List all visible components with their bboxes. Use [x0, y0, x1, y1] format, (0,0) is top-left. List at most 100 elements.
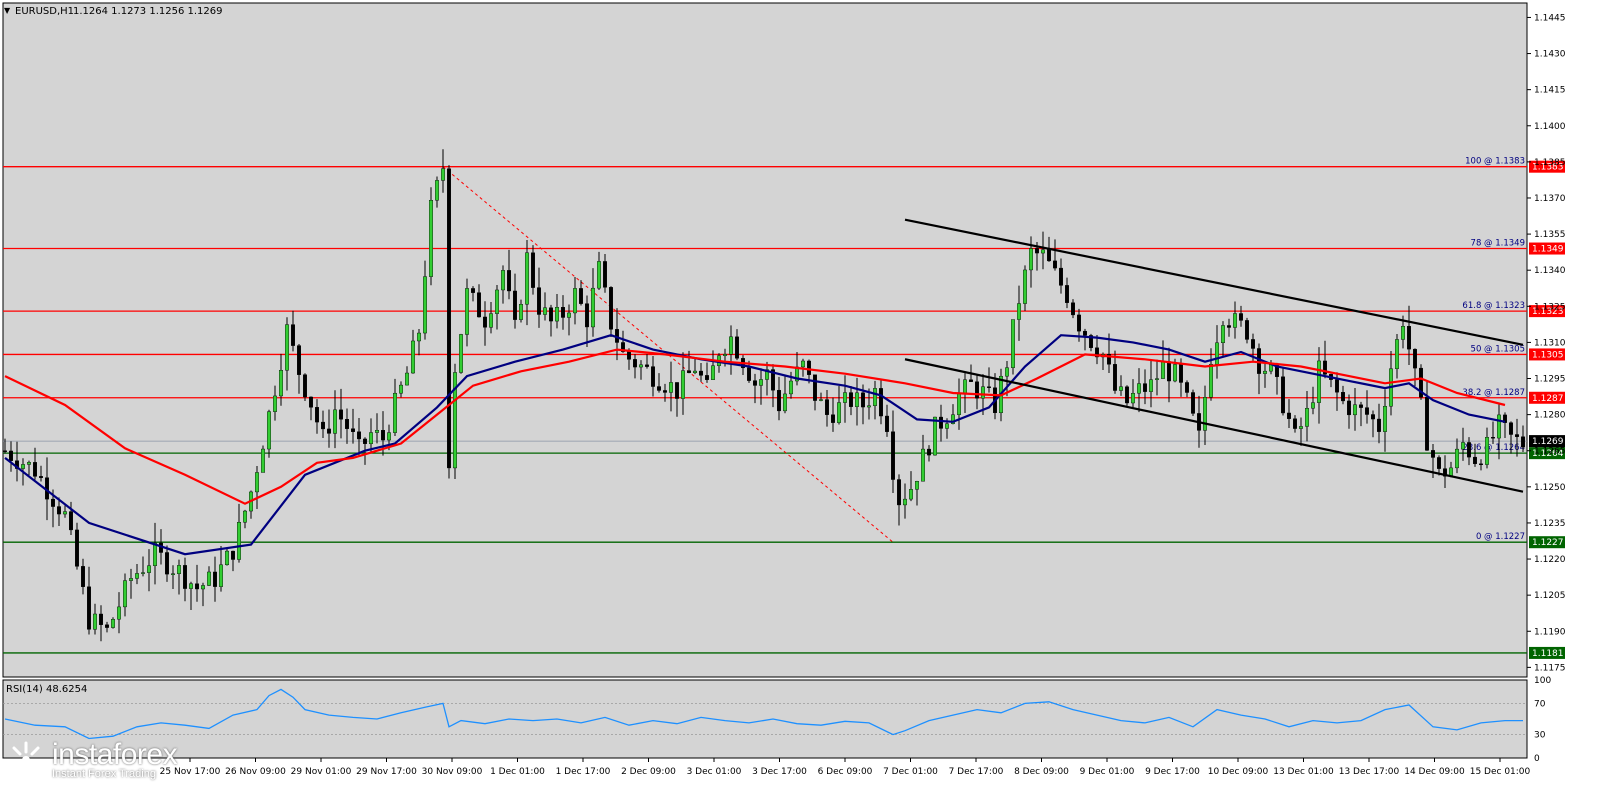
bear-candle: [807, 360, 812, 375]
x-tick-label: 30 Nov 09:00: [422, 767, 483, 777]
bull-candle: [441, 168, 446, 181]
fibo-level-label: 23.6 @ 1.1264: [1462, 443, 1525, 453]
bull-candle: [224, 550, 229, 566]
bull-candle: [387, 432, 392, 441]
bull-candle: [837, 402, 842, 423]
logo-name: instaforex: [52, 738, 178, 771]
bear-candle: [969, 379, 974, 382]
price-chart[interactable]: 100 @ 1.1383 78 @ 1.1349 61.8 @ 1.1323 50 @…: [0, 0, 1600, 800]
bull-candle: [573, 288, 578, 314]
bear-candle: [357, 431, 362, 440]
x-tick-label: 9 Dec 01:00: [1080, 767, 1135, 777]
x-tick-label: 8 Dec 09:00: [1014, 767, 1069, 777]
bear-candle: [164, 552, 169, 575]
bear-candle: [879, 388, 884, 417]
x-tick-label: 13 Dec 01:00: [1273, 767, 1334, 777]
bull-candle: [681, 370, 686, 399]
bull-candle: [1304, 408, 1309, 427]
bear-candle: [1070, 302, 1075, 316]
bull-candle: [429, 200, 434, 277]
bear-candle: [1064, 285, 1069, 303]
bull-candle: [423, 276, 428, 334]
bull-candle: [1028, 248, 1033, 271]
y-tick-label: 1.1415: [1534, 86, 1566, 96]
bull-candle: [1130, 393, 1135, 404]
bear-candle: [321, 421, 326, 430]
bear-candle: [675, 382, 680, 399]
bear-candle: [531, 252, 536, 288]
bear-candle: [363, 438, 368, 444]
price-tag-label: 1.1287: [1532, 394, 1564, 404]
bear-candle: [51, 498, 56, 507]
bull-candle: [170, 573, 175, 575]
bull-candle: [375, 430, 380, 433]
bull-candle: [669, 382, 674, 393]
bear-candle: [303, 374, 308, 398]
bear-candle: [98, 613, 103, 625]
bull-candle: [218, 564, 223, 587]
bear-candle: [687, 370, 692, 374]
bull-candle: [63, 511, 68, 515]
rsi-axis-label: 0: [1534, 754, 1540, 764]
y-tick-label: 1.1220: [1534, 555, 1566, 565]
symbol-menu-icon[interactable]: ▼: [4, 6, 11, 15]
y-tick-label: 1.1175: [1534, 663, 1566, 673]
bull-candle: [489, 313, 494, 328]
x-tick-label: 2 Dec 09:00: [621, 767, 676, 777]
bear-candle: [182, 565, 187, 589]
bull-candle: [116, 606, 121, 620]
y-tick-label: 1.1430: [1534, 50, 1566, 60]
bear-candle: [1184, 382, 1189, 393]
y-tick-label: 1.1445: [1534, 13, 1566, 23]
y-tick-label: 1.1295: [1534, 375, 1566, 385]
bear-candle: [1412, 348, 1417, 369]
bear-candle: [1292, 418, 1297, 429]
bull-candle: [945, 423, 950, 429]
bull-candle: [1484, 437, 1489, 465]
bear-candle: [1508, 422, 1513, 435]
bull-candle: [399, 384, 404, 394]
bull-candle: [92, 613, 97, 630]
bull-candle: [525, 252, 530, 305]
bear-candle: [549, 307, 554, 322]
bull-candle: [254, 472, 259, 493]
bear-candle: [831, 414, 836, 423]
bear-candle: [705, 375, 710, 380]
bear-candle: [891, 431, 896, 480]
bull-candle: [1316, 360, 1321, 403]
y-tick-label: 1.1265: [1534, 447, 1566, 457]
bear-candle: [477, 292, 482, 318]
bull-candle: [417, 332, 422, 342]
symbol-label: EURUSD,H1: [15, 6, 74, 17]
bull-candle: [1382, 406, 1387, 432]
bull-candle: [279, 370, 284, 397]
bear-candle: [609, 287, 614, 330]
bull-candle: [405, 372, 410, 386]
bear-candle: [1076, 314, 1081, 332]
x-tick-label: 15 Dec 01:00: [1470, 767, 1531, 777]
x-tick-label: 13 Dec 17:00: [1339, 767, 1400, 777]
bear-candle: [1490, 437, 1495, 439]
bear-candle: [657, 386, 662, 391]
chart-window: 100 @ 1.1383 78 @ 1.1349 61.8 @ 1.1323 50 @…: [0, 0, 1600, 800]
y-tick-label: 1.1340: [1534, 266, 1566, 276]
bear-candle: [297, 345, 302, 375]
bear-candle: [381, 430, 386, 441]
bear-candle: [1244, 320, 1249, 340]
main-panel: [2, 2, 1528, 678]
bull-candle: [122, 580, 127, 608]
fibo-level-label: 100 @ 1.1383: [1465, 157, 1525, 167]
bull-candle: [981, 386, 986, 399]
bear-candle: [1250, 339, 1255, 349]
bull-candle: [909, 489, 914, 500]
bear-candle: [327, 428, 332, 434]
x-tick-label: 10 Dec 09:00: [1208, 767, 1269, 777]
y-tick-label: 1.1355: [1534, 230, 1566, 240]
bear-candle: [86, 586, 91, 630]
bear-candle: [3, 450, 7, 452]
bear-candle: [483, 316, 488, 328]
bull-candle: [134, 573, 139, 579]
bull-candle: [393, 392, 398, 433]
bear-candle: [1046, 249, 1051, 262]
bull-candle: [711, 365, 716, 380]
